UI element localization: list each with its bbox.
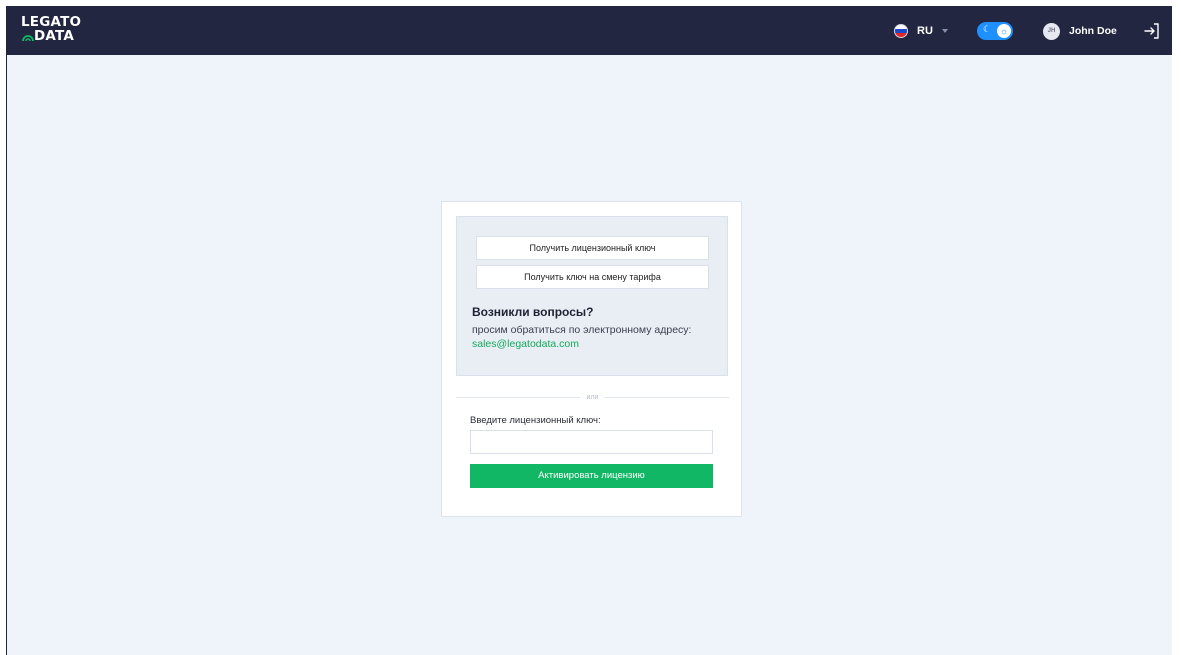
- sun-icon: ☼: [997, 24, 1011, 38]
- divider-line: [605, 396, 729, 398]
- user-name: John Doe: [1069, 25, 1117, 37]
- license-card: Получить лицензионный ключ Получить ключ…: [441, 201, 742, 517]
- user-menu[interactable]: JH John Doe: [1043, 22, 1117, 40]
- russia-flag-icon: [894, 24, 908, 38]
- logo-text-line2: DATA: [34, 28, 75, 44]
- top-bar: LEGATO DATA RU ☾ ☼ JH John Doe: [7, 6, 1172, 55]
- sales-email-link[interactable]: sales@legatodata.com: [472, 338, 579, 350]
- logout-icon[interactable]: [1142, 21, 1162, 41]
- license-info-panel: Получить лицензионный ключ Получить ключ…: [456, 216, 728, 376]
- logo[interactable]: LEGATO DATA: [21, 15, 91, 47]
- questions-text: просим обратиться по электронному адресу…: [472, 323, 722, 351]
- license-key-label: Введите лицензионный ключ:: [470, 415, 601, 426]
- app-frame: LEGATO DATA RU ☾ ☼ JH John Doe Получить …: [6, 6, 1172, 655]
- theme-toggle[interactable]: ☾ ☼: [977, 22, 1013, 40]
- get-license-key-button[interactable]: Получить лицензионный ключ: [476, 236, 709, 260]
- moon-icon: ☾: [983, 24, 992, 34]
- logo-arc-icon: [22, 35, 34, 42]
- language-label: RU: [917, 25, 933, 37]
- divider-text: или: [586, 393, 599, 401]
- questions-body: просим обратиться по электронному адресу…: [472, 324, 692, 336]
- get-tariff-key-button[interactable]: Получить ключ на смену тарифа: [476, 265, 709, 289]
- questions-title: Возникли вопросы?: [472, 305, 594, 319]
- license-key-input[interactable]: [470, 430, 713, 454]
- divider-line: [456, 396, 580, 398]
- chevron-down-icon: [941, 29, 948, 33]
- language-selector[interactable]: RU: [894, 22, 948, 40]
- activate-license-button[interactable]: Активировать лицензию: [470, 464, 713, 488]
- or-divider: или: [456, 391, 729, 403]
- logo-text-line1: LEGATO: [21, 14, 82, 30]
- avatar: JH: [1043, 22, 1060, 40]
